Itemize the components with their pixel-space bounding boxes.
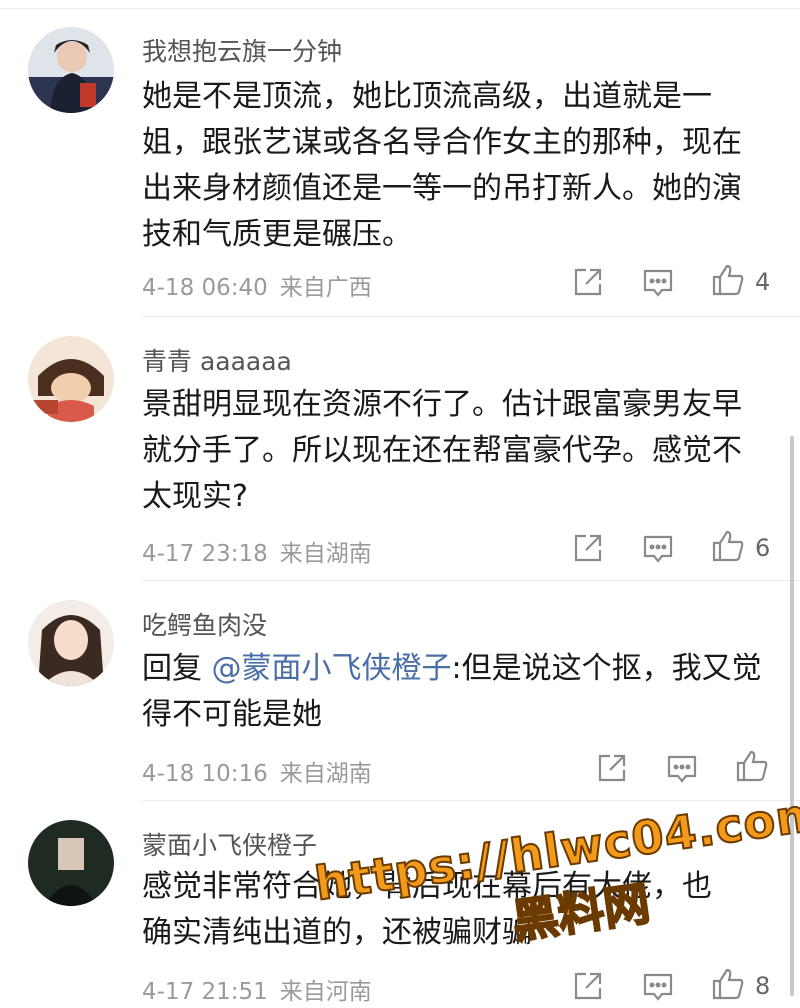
username[interactable]: 蒙面小飞侠橙子 — [142, 826, 317, 862]
timestamp: 4-18 06:40 — [142, 275, 268, 301]
username[interactable]: 我想抱云旗一分钟 — [142, 32, 342, 68]
comment-text: 景甜明显现在资源不行了。估计跟富豪男友早 就分手了。所以现在还在帮富豪代孕。感觉… — [142, 387, 742, 514]
divider — [142, 800, 800, 801]
mention-link[interactable]: @蒙面小飞侠橙子 — [212, 651, 452, 686]
divider — [142, 580, 800, 581]
comment-meta: 4-18 10:16 来自湖南 — [142, 754, 384, 788]
like-icon[interactable] — [710, 528, 746, 564]
comment-icon[interactable] — [664, 750, 700, 786]
share-icon[interactable] — [594, 750, 630, 786]
avatar[interactable] — [28, 27, 114, 113]
share-icon[interactable] — [570, 968, 606, 1004]
location: 来自湖南 — [279, 761, 372, 787]
like-count: 4 — [755, 268, 771, 296]
like-icon[interactable] — [734, 748, 770, 784]
location: 来自广西 — [279, 275, 372, 301]
comment-meta: 4-17 23:18 来自湖南 — [142, 534, 384, 568]
like-icon[interactable] — [710, 966, 746, 1002]
scrollbar[interactable] — [790, 436, 794, 996]
timestamp: 4-17 23:18 — [142, 541, 268, 567]
username[interactable]: 青青 aaaaaa — [142, 342, 292, 378]
location: 来自河南 — [279, 979, 372, 1005]
location: 来自湖南 — [279, 541, 372, 567]
top-divider — [0, 0, 800, 9]
avatar[interactable] — [28, 600, 114, 686]
like-icon[interactable] — [710, 262, 746, 298]
comment-text: 感觉非常符合她，背后现在幕后有大佬，也 确实清纯出道的，还被骗财骗 — [142, 869, 712, 950]
avatar[interactable] — [28, 336, 114, 422]
comment-icon[interactable] — [640, 264, 676, 300]
timestamp: 4-17 21:51 — [142, 979, 268, 1005]
avatar[interactable] — [28, 820, 114, 906]
comment-icon[interactable] — [640, 530, 676, 566]
comment-meta: 4-17 21:51 来自河南 — [142, 972, 384, 1006]
share-icon[interactable] — [570, 530, 606, 566]
divider — [142, 316, 800, 317]
share-icon[interactable] — [570, 264, 606, 300]
username[interactable]: 吃鳄鱼肉没 — [142, 606, 267, 642]
timestamp: 4-18 10:16 — [142, 761, 268, 787]
like-count: 6 — [755, 534, 771, 562]
comment-text: 她是不是顶流，她比顶流高级，出道就是一 姐，跟张艺谋或各名导合作女主的那种，现在… — [142, 79, 742, 252]
comment-text: 回复 @蒙面小飞侠橙子:但是说这个抠，我又觉 得不可能是她 — [142, 651, 762, 732]
comment-meta: 4-18 06:40 来自广西 — [142, 268, 384, 302]
comment-icon[interactable] — [640, 968, 676, 1004]
